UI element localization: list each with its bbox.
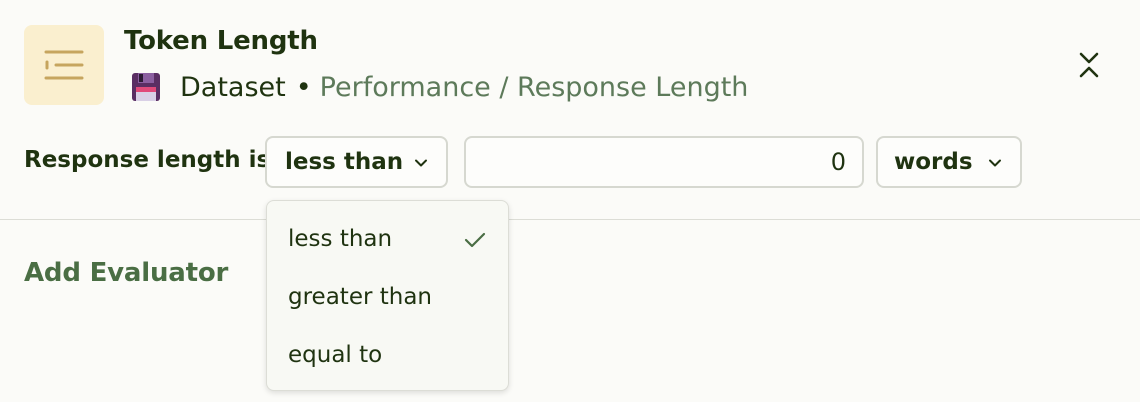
evaluator-title: Token Length xyxy=(124,26,318,56)
section-divider xyxy=(0,219,1140,220)
list-icon xyxy=(44,50,84,80)
evaluator-type-icon-tile xyxy=(24,25,104,105)
operator-dropdown-menu: less than greater than equal to xyxy=(266,200,509,391)
save-disk-icon xyxy=(130,71,162,103)
option-label: equal to xyxy=(288,342,383,368)
option-less-than[interactable]: less than xyxy=(267,210,508,268)
check-icon xyxy=(464,232,486,248)
evaluator-path: Performance / Response Length xyxy=(319,71,749,103)
option-equal-to[interactable]: equal to xyxy=(267,326,508,384)
add-evaluator-link[interactable]: Add Evaluator xyxy=(24,258,228,288)
separator-dot: • xyxy=(295,71,312,103)
option-greater-than[interactable]: greater than xyxy=(267,268,508,326)
evaluator-subtitle: Dataset • Performance / Response Length xyxy=(130,70,748,104)
operator-select-value: less than xyxy=(285,149,404,175)
option-label: greater than xyxy=(288,284,432,310)
operator-select[interactable]: less than xyxy=(265,136,448,188)
collapse-button[interactable] xyxy=(1072,48,1106,82)
chevron-down-icon xyxy=(989,159,1001,167)
source-label: Dataset xyxy=(180,71,286,103)
length-value-input[interactable] xyxy=(464,136,864,188)
option-label: less than xyxy=(288,226,393,252)
chevron-down-icon xyxy=(415,159,427,167)
unit-select-value: words xyxy=(894,149,973,175)
condition-label: Response length is xyxy=(24,147,271,173)
collapse-chevrons-icon xyxy=(1079,52,1099,78)
unit-select[interactable]: words xyxy=(876,136,1022,188)
